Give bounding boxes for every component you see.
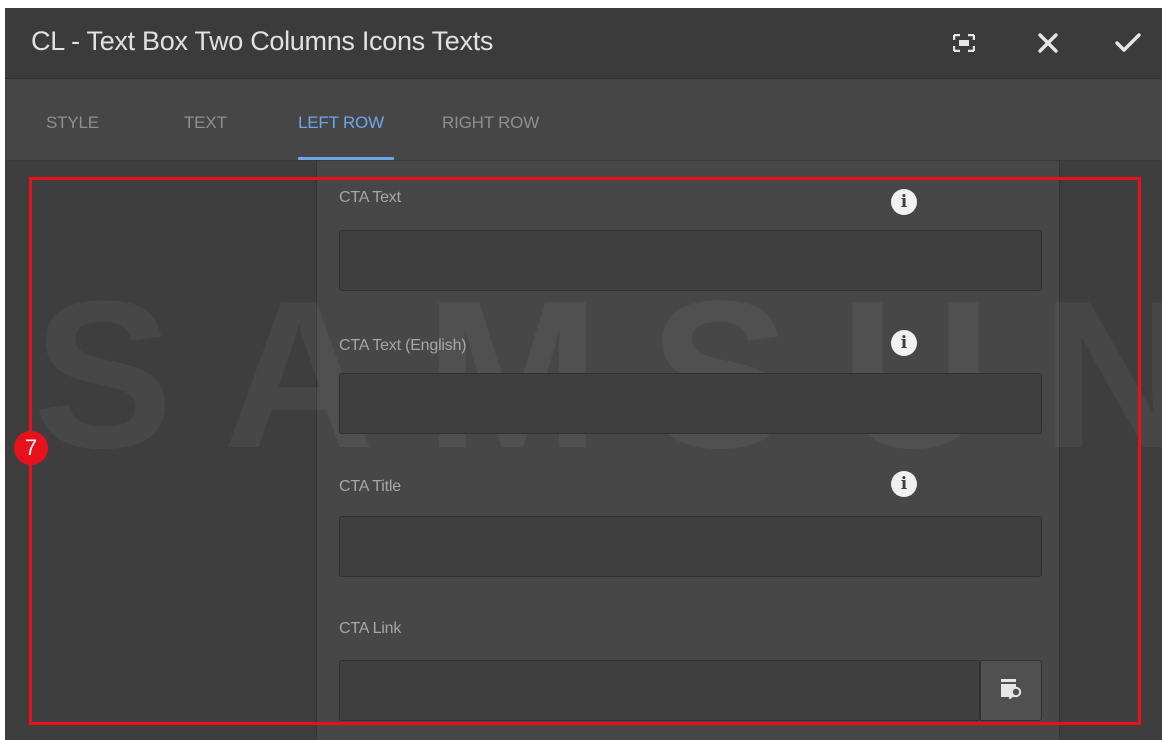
tab-text[interactable]: TEXT [184, 113, 227, 133]
cta-text-info-icon[interactable]: i [891, 189, 917, 215]
annotation-step-badge: 7 [14, 431, 48, 465]
done-button[interactable] [1107, 22, 1149, 64]
fullscreen-button[interactable] [943, 22, 985, 64]
folder-search-icon [999, 677, 1023, 704]
cta-title-input[interactable] [339, 516, 1042, 577]
dialog-title: CL - Text Box Two Columns Icons Texts [31, 26, 494, 56]
tab-right-row[interactable]: RIGHT ROW [442, 113, 539, 133]
cta-link-input[interactable] [339, 660, 980, 721]
cta-title-info-icon[interactable]: i [891, 471, 917, 497]
cta-text-english-input[interactable] [339, 373, 1042, 434]
cta-text-english-info-icon[interactable]: i [891, 330, 917, 356]
active-tab-indicator [298, 157, 394, 160]
cta-text-input[interactable] [339, 230, 1042, 291]
cta-text-english-label: CTA Text (English) [339, 337, 467, 354]
cta-text-label: CTA Text [339, 189, 401, 206]
tab-bar: STYLE TEXT LEFT ROW RIGHT ROW [5, 79, 1162, 161]
close-button[interactable] [1027, 22, 1069, 64]
fullscreen-icon [953, 34, 975, 52]
dialog: CL - Text Box Two Columns Icons Texts ST… [5, 8, 1162, 740]
dialog-titlebar: CL - Text Box Two Columns Icons Texts [5, 8, 1162, 79]
cta-link-label: CTA Link [339, 620, 402, 637]
close-icon [1038, 33, 1058, 53]
cta-link-browse-button[interactable] [980, 660, 1042, 721]
cta-title-label: CTA Title [339, 478, 401, 495]
tab-left-row[interactable]: LEFT ROW [298, 113, 384, 133]
checkmark-icon [1115, 33, 1141, 53]
tab-style[interactable]: STYLE [46, 113, 99, 133]
